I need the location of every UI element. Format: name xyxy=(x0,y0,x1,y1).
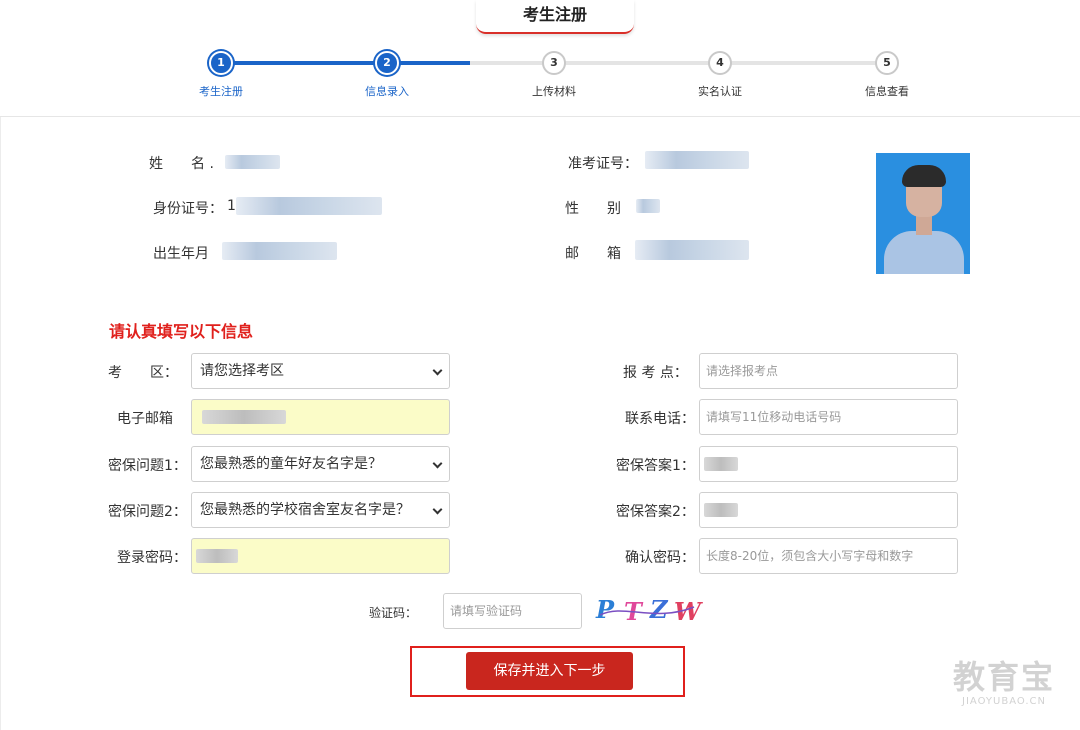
chevron-down-icon xyxy=(432,458,443,469)
security-question-2-value: 您最熟悉的学校宿舍室友名字是？ xyxy=(200,502,410,518)
name-value-redacted xyxy=(225,155,280,169)
step-5: 5 信息查看 xyxy=(837,48,937,99)
name-label: 姓 名 . xyxy=(149,156,214,172)
birth-date-label: 出生年月 xyxy=(153,246,209,262)
email-info-label: 邮 箱 xyxy=(565,246,621,262)
exam-site-label: 报 考 点： xyxy=(623,365,688,381)
exam-site-placeholder: 请选择报考点 xyxy=(706,364,779,378)
step-4-number: 4 xyxy=(708,51,732,75)
captcha-noise-line xyxy=(599,606,695,616)
chevron-down-icon xyxy=(432,504,443,515)
captcha-input[interactable]: 请填写验证码 xyxy=(443,593,582,629)
exam-area-value: 请您选择考区 xyxy=(200,363,284,379)
security-answer-1-input[interactable] xyxy=(699,446,958,482)
step-5-label: 信息查看 xyxy=(865,85,909,98)
exam-number-value-redacted xyxy=(645,151,749,169)
step-2: 2 信息录入 xyxy=(337,48,437,99)
step-3: 3 上传材料 xyxy=(504,48,604,99)
captcha-image[interactable]: P T Z W xyxy=(594,595,701,629)
security-answer-2-redacted xyxy=(704,503,738,517)
gender-label: 性 别 xyxy=(565,201,621,217)
security-question-1-label: 密保问题1： xyxy=(108,458,187,474)
security-question-1-value: 您最熟悉的童年好友名字是？ xyxy=(200,456,382,472)
photo-body xyxy=(884,231,964,274)
confirm-password-placeholder: 长度8-20位，须包含大小写字母和数字 xyxy=(706,549,914,563)
id-number-prefix: 1 xyxy=(227,198,236,214)
security-answer-1-redacted xyxy=(704,457,738,471)
watermark-logo: 教育宝 JIAOYUBAO.CN xyxy=(948,652,1060,707)
security-question-2-select[interactable]: 您最熟悉的学校宿舍室友名字是？ xyxy=(191,492,450,528)
security-question-2-label: 密保问题2： xyxy=(108,504,187,520)
form-notice: 请认真填写以下信息 xyxy=(109,322,254,341)
birth-date-value-redacted xyxy=(222,242,337,260)
id-number-value-redacted xyxy=(236,197,382,215)
security-question-1-select[interactable]: 您最熟悉的童年好友名字是？ xyxy=(191,446,450,482)
step-5-number: 5 xyxy=(875,51,899,75)
password-value-redacted xyxy=(196,549,238,563)
exam-area-label: 考 区： xyxy=(108,365,178,381)
confirm-password-label: 确认密码： xyxy=(625,550,695,566)
email-field-label: 电子邮箱 xyxy=(117,411,173,427)
save-and-next-button[interactable]: 保存并进入下一步 xyxy=(466,652,633,690)
phone-placeholder: 请填写11位移动电话号码 xyxy=(706,410,842,424)
chevron-down-icon xyxy=(432,365,443,376)
exam-area-select[interactable]: 请您选择考区 xyxy=(191,353,450,389)
gender-value-redacted xyxy=(636,199,660,213)
step-1-number: 1 xyxy=(209,51,233,75)
captcha-label: 验证码： xyxy=(369,606,418,620)
email-value-redacted xyxy=(202,410,286,424)
watermark-domain: JIAOYUBAO.CN xyxy=(962,696,1046,707)
confirm-password-input[interactable]: 长度8-20位，须包含大小写字母和数字 xyxy=(699,538,958,574)
step-2-label: 信息录入 xyxy=(365,85,409,98)
phone-label: 联系电话： xyxy=(625,411,695,427)
step-2-number: 2 xyxy=(375,51,399,75)
step-4: 4 实名认证 xyxy=(670,48,770,99)
phone-input[interactable]: 请填写11位移动电话号码 xyxy=(699,399,958,435)
step-3-label: 上传材料 xyxy=(532,85,576,98)
step-3-number: 3 xyxy=(542,51,566,75)
photo-hair xyxy=(902,165,946,187)
id-number-label: 身份证号： xyxy=(153,201,223,217)
security-answer-2-input[interactable] xyxy=(699,492,958,528)
captcha-placeholder: 请填写验证码 xyxy=(450,604,523,618)
page-title: 考生注册 xyxy=(522,5,587,24)
password-field[interactable] xyxy=(191,538,450,574)
panel-border xyxy=(0,117,1,730)
email-info-value-redacted xyxy=(635,240,749,260)
step-4-label: 实名认证 xyxy=(698,85,742,98)
security-answer-2-label: 密保答案2： xyxy=(616,504,695,520)
exam-number-label: 准考证号： xyxy=(568,156,638,172)
step-progress-bar: 1 考生注册 2 信息录入 3 上传材料 4 实名认证 5 信息查看 xyxy=(0,48,1080,108)
watermark-text: 教育宝 xyxy=(952,658,1055,696)
page-title-tab: 考生注册 xyxy=(476,0,634,34)
security-answer-1-label: 密保答案1： xyxy=(616,458,695,474)
step-1: 1 考生注册 xyxy=(171,48,271,99)
exam-site-input[interactable]: 请选择报考点 xyxy=(699,353,958,389)
header-divider xyxy=(0,116,1080,117)
step-1-label: 考生注册 xyxy=(199,85,243,98)
password-label: 登录密码： xyxy=(117,550,187,566)
id-photo xyxy=(876,153,970,274)
email-field[interactable] xyxy=(191,399,450,435)
